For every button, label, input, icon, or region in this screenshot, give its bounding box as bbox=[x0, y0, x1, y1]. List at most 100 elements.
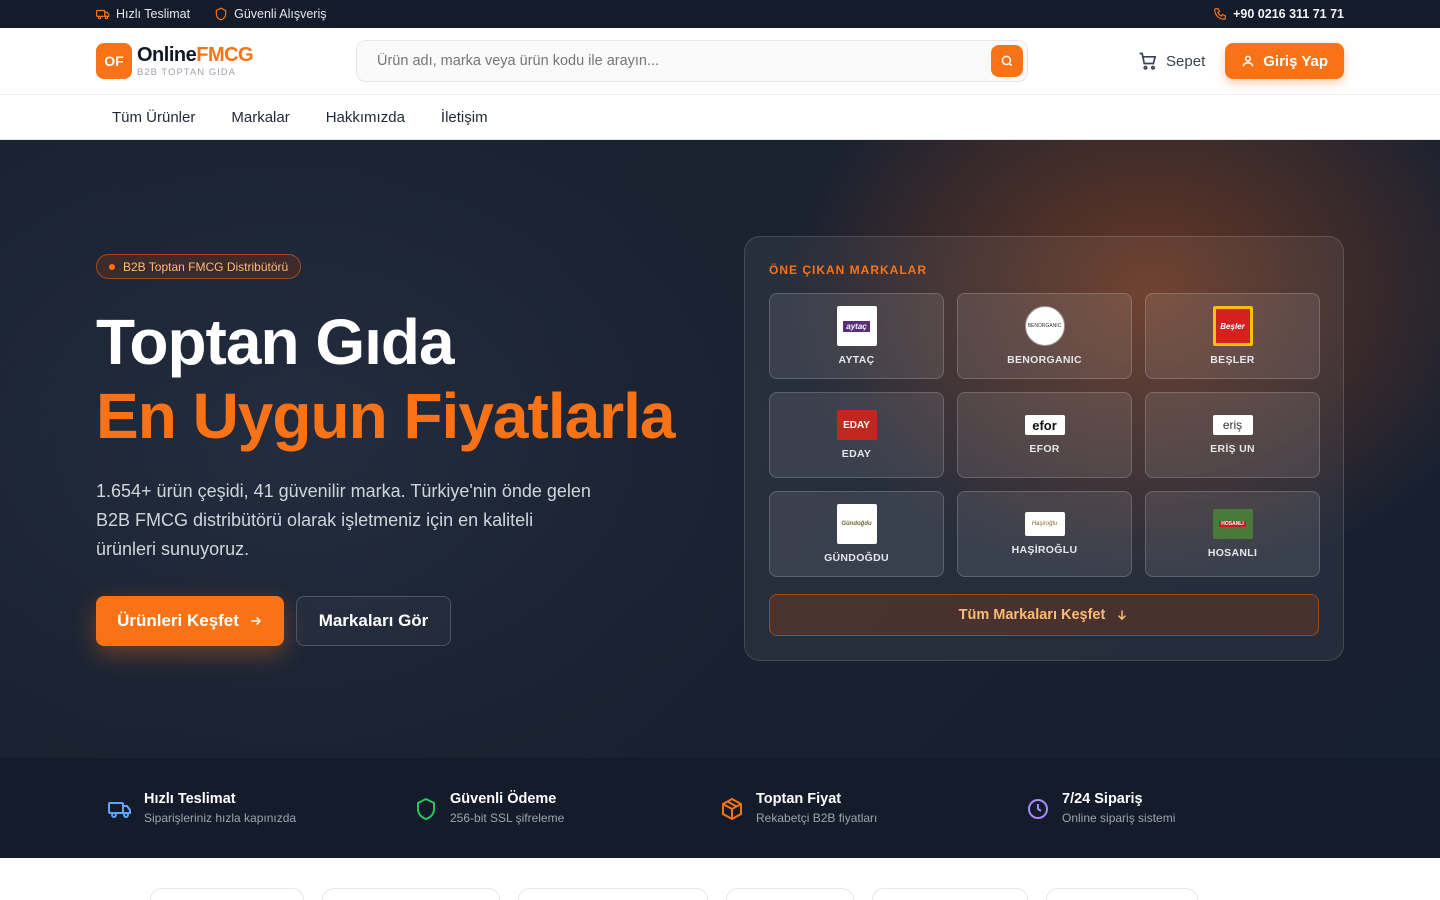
brand-card-benorganic[interactable]: BENORGANIC BENORGANIC bbox=[957, 293, 1132, 379]
brand-card-eday[interactable]: EDAY EDAY bbox=[769, 392, 944, 478]
brand-card-besler[interactable]: Beşler BEŞLER bbox=[1145, 293, 1320, 379]
search-button[interactable] bbox=[991, 45, 1023, 77]
explore-all-brands-label: Tüm Markaları Keşfet bbox=[958, 607, 1106, 623]
nav-item-contact[interactable]: İletişim bbox=[441, 109, 488, 126]
category-tab[interactable] bbox=[518, 888, 708, 900]
gundogdu-logo-text: Gündoğdu bbox=[841, 521, 872, 527]
category-tab[interactable] bbox=[1046, 888, 1198, 900]
explore-products-button[interactable]: Ürünleri Keşfet bbox=[96, 596, 284, 646]
feature-subtitle: Online sipariş sistemi bbox=[1062, 811, 1176, 825]
besler-logo: Beşler bbox=[1212, 306, 1253, 346]
nav-item-all-products[interactable]: Tüm Ürünler bbox=[112, 109, 195, 126]
category-tab[interactable] bbox=[150, 888, 304, 900]
eris-logo-text: eriş bbox=[1222, 418, 1243, 432]
feature-24-7-order: 7/24 Sipariş Online sipariş sistemi bbox=[1026, 791, 1332, 825]
logo-name-online: Online bbox=[137, 43, 197, 66]
explore-all-brands-button[interactable]: Tüm Markaları Keşfet bbox=[769, 594, 1319, 636]
hero-badge: B2B Toptan FMCG Distribütörü bbox=[96, 254, 302, 279]
hosanli-logo-text: HOSANLI bbox=[1219, 521, 1246, 527]
main-nav: Tüm Ürünler Markalar Hakkımızda İletişim bbox=[0, 95, 1440, 140]
brand-name: BENORGANIC bbox=[1007, 354, 1082, 366]
phone-link[interactable]: +90 0216 311 71 71 bbox=[1213, 7, 1344, 21]
feature-title: Toptan Fiyat bbox=[756, 791, 842, 807]
login-label: Giriş Yap bbox=[1263, 52, 1328, 70]
view-brands-button[interactable]: Markaları Gör bbox=[296, 596, 451, 646]
feature-subtitle: Rekabetçi B2B fiyatları bbox=[756, 811, 878, 825]
brand-name: GÜNDOĞDU bbox=[824, 552, 889, 564]
brand-name: BEŞLER bbox=[1210, 354, 1255, 366]
brand-card-gundogdu[interactable]: Gündoğdu GÜNDOĞDU bbox=[769, 491, 944, 577]
logo-name-fmcg: FMCG bbox=[196, 43, 254, 66]
hero-section: B2B Toptan FMCG Distribütörü Toptan Gıda… bbox=[0, 140, 1440, 758]
besler-logo-text: Beşler bbox=[1220, 321, 1245, 331]
gundogdu-logo: Gündoğdu bbox=[836, 504, 877, 544]
truck-icon bbox=[108, 802, 131, 818]
cart-label: Sepet bbox=[1166, 52, 1206, 70]
eris-logo: eriş bbox=[1212, 415, 1253, 435]
efor-logo-text: efor bbox=[1032, 417, 1057, 433]
category-tab[interactable] bbox=[322, 888, 500, 900]
brand-card-hasiroglu[interactable]: Haşiroğlu HAŞİROĞLU bbox=[957, 491, 1132, 577]
brands-grid: aytaç AYTAÇ BENORGANIC BENORGANIC Beşler… bbox=[769, 293, 1320, 577]
benorganic-logo: BENORGANIC bbox=[1024, 306, 1065, 346]
search-icon bbox=[1001, 55, 1013, 67]
shield-icon bbox=[215, 7, 227, 21]
secure-shopping-note: Güvenli Alışveriş bbox=[214, 7, 327, 21]
brand-card-efor[interactable]: efor EFOR bbox=[957, 392, 1132, 478]
cart-button[interactable]: Sepet bbox=[1138, 51, 1205, 71]
badge-label: B2B Toptan FMCG Distribütörü bbox=[123, 259, 289, 274]
aytac-logo-text: aytaç bbox=[843, 320, 870, 332]
feature-title: Güvenli Ödeme bbox=[450, 791, 557, 807]
brand-card-hosanli[interactable]: HOSANLI HOSANLI bbox=[1145, 491, 1320, 577]
eday-logo-text: EDAY bbox=[843, 419, 870, 431]
header: OF OnlineFMCG B2B TOPTAN GIDA Sepet Giri… bbox=[0, 28, 1440, 95]
category-tab[interactable] bbox=[872, 888, 1028, 900]
clock-icon bbox=[1028, 799, 1048, 819]
category-tabs-peek bbox=[150, 888, 1198, 900]
login-button[interactable]: Giriş Yap bbox=[1225, 43, 1344, 79]
brand-name: EDAY bbox=[841, 448, 872, 460]
nav-item-about[interactable]: Hakkımızda bbox=[326, 109, 405, 126]
badge-dot bbox=[109, 263, 115, 270]
arrow-down-icon bbox=[1118, 610, 1127, 621]
truck-icon bbox=[96, 9, 110, 20]
feature-fast-delivery: Hızlı Teslimat Siparişleriniz hızla kapı… bbox=[108, 791, 414, 825]
cart-icon bbox=[1139, 52, 1157, 70]
hasiroglu-logo: Haşiroğlu bbox=[1024, 512, 1065, 536]
phone-icon bbox=[1214, 8, 1226, 20]
logo-subtitle: B2B TOPTAN GIDA bbox=[137, 66, 236, 78]
category-tab[interactable] bbox=[726, 888, 854, 900]
featured-brands-title: ÖNE ÇIKAN MARKALAR bbox=[769, 263, 927, 277]
feature-wholesale-price: Toptan Fiyat Rekabetçi B2B fiyatları bbox=[720, 791, 1026, 825]
hosanli-logo: HOSANLI bbox=[1212, 509, 1253, 539]
brand-name: AYTAÇ bbox=[838, 354, 875, 366]
site-logo[interactable]: OF OnlineFMCG B2B TOPTAN GIDA bbox=[96, 43, 356, 79]
hasiroglu-logo-text: Haşiroğlu bbox=[1031, 521, 1058, 527]
hero-description: 1.654+ ürün çeşidi, 41 güvenilir marka. … bbox=[96, 481, 591, 559]
featured-brands-panel: ÖNE ÇIKAN MARKALAR aytaç AYTAÇ BENORGANI… bbox=[744, 236, 1344, 661]
brand-card-eris-un[interactable]: eriş ERİŞ UN bbox=[1145, 392, 1320, 478]
hero-title-line2: En Uygun Fiyatlarla bbox=[96, 380, 675, 452]
features-strip: Hızlı Teslimat Siparişleriniz hızla kapı… bbox=[0, 758, 1440, 858]
user-icon bbox=[1242, 55, 1254, 67]
nav-item-brands[interactable]: Markalar bbox=[231, 109, 289, 126]
feature-subtitle: 256-bit SSL şifreleme bbox=[450, 811, 565, 825]
efor-logo: efor bbox=[1024, 415, 1065, 435]
arrow-right-icon bbox=[251, 616, 262, 626]
brand-card-aytac[interactable]: aytaç AYTAÇ bbox=[769, 293, 944, 379]
logo-mark: OF bbox=[96, 43, 132, 79]
box-icon bbox=[722, 797, 742, 821]
shield-icon bbox=[417, 797, 435, 821]
feature-title: 7/24 Sipariş bbox=[1062, 791, 1143, 807]
fast-delivery-note: Hızlı Teslimat bbox=[96, 7, 190, 21]
search-input[interactable] bbox=[377, 53, 937, 69]
brand-name: HAŞİROĞLU bbox=[1011, 544, 1078, 556]
brand-name: EFOR bbox=[1029, 443, 1060, 455]
feature-subtitle: Siparişleriniz hızla kapınızda bbox=[144, 811, 297, 825]
search-bar bbox=[356, 40, 1028, 82]
phone-number: +90 0216 311 71 71 bbox=[1233, 7, 1344, 21]
benorganic-logo-text: BENORGANIC bbox=[1027, 323, 1062, 329]
eday-logo: EDAY bbox=[836, 410, 877, 440]
explore-products-label: Ürünleri Keşfet bbox=[117, 611, 239, 630]
feature-secure-payment: Güvenli Ödeme 256-bit SSL şifreleme bbox=[414, 791, 720, 825]
